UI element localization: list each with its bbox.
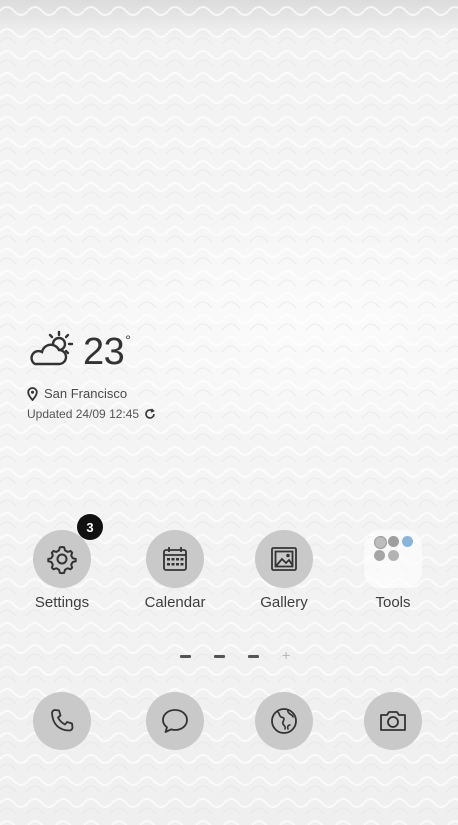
temperature-unit: ° — [125, 332, 131, 348]
calendar-icon — [163, 547, 187, 571]
updated-text: Updated 24/09 12:45 — [27, 407, 140, 421]
location: San Francisco — [27, 386, 227, 401]
page-dot-active[interactable] — [180, 654, 191, 658]
refresh-icon[interactable] — [144, 408, 156, 420]
folder-icon — [364, 530, 422, 588]
app-icon-background: 3 — [33, 514, 103, 588]
updated-status: Updated 24/09 12:45 — [27, 407, 227, 421]
camera-icon — [380, 711, 406, 731]
page-dot[interactable] — [214, 654, 225, 658]
app-gallery[interactable]: Gallery — [234, 530, 334, 611]
gear-icon — [47, 545, 77, 575]
dock-messages[interactable] — [125, 692, 225, 750]
app-label: Calendar — [144, 594, 206, 611]
folder-app-icon — [388, 536, 399, 547]
app-label: Settings — [34, 594, 90, 611]
app-icon-background — [255, 692, 313, 750]
app-icon-background — [33, 692, 91, 750]
dock-camera[interactable] — [343, 692, 443, 750]
partly-sunny-icon — [30, 330, 74, 366]
dock-browser[interactable] — [234, 692, 334, 750]
app-tools-folder[interactable]: Tools — [343, 530, 443, 611]
dock-phone[interactable] — [12, 692, 112, 750]
message-icon — [162, 709, 188, 733]
app-settings[interactable]: 3 Settings — [12, 514, 112, 611]
folder-app-icon — [374, 550, 385, 561]
app-icon-background — [146, 530, 204, 588]
app-label: Tools — [375, 594, 411, 611]
app-icon-background — [255, 530, 313, 588]
notification-badge: 3 — [77, 514, 103, 540]
location-pin-icon — [27, 386, 38, 401]
folder-app-icon — [374, 536, 387, 549]
temperature: 23° — [83, 331, 131, 373]
location-name: San Francisco — [44, 386, 128, 401]
folder-app-icon — [402, 536, 413, 547]
image-icon — [271, 547, 297, 571]
phone-icon — [51, 709, 74, 732]
add-page-icon[interactable]: + — [282, 648, 290, 662]
app-label: Gallery — [260, 594, 308, 611]
app-icon-background — [364, 692, 422, 750]
globe-icon — [271, 708, 297, 734]
page-dot[interactable] — [248, 654, 259, 658]
page-indicator[interactable]: + — [180, 648, 290, 662]
folder-app-icon — [388, 550, 399, 561]
app-calendar[interactable]: Calendar — [125, 530, 225, 611]
weather-widget[interactable]: 23° San Francisco Updated 24/09 12:45 — [27, 330, 227, 421]
app-icon-background — [146, 692, 204, 750]
